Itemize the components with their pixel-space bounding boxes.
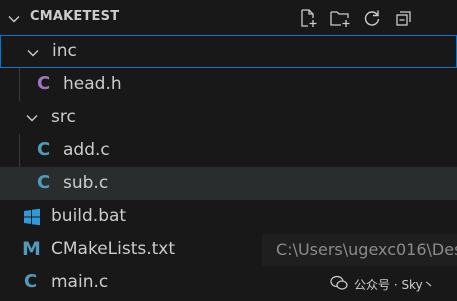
path-tooltip: C:\Users\ugexc016\Des [262, 234, 457, 266]
file-label-head-h: head.h [63, 74, 122, 94]
watermark: 公众号 · Sky丶 [330, 274, 435, 294]
tree-file-sub-c[interactable]: C sub.c [0, 167, 457, 200]
folder-label-src: src [51, 107, 76, 127]
wechat-icon [330, 275, 348, 294]
chevron-down-icon[interactable] [7, 11, 21, 25]
file-label-add-c: add.c [63, 140, 110, 160]
new-file-icon[interactable] [296, 7, 320, 29]
chevron-down-icon [26, 45, 40, 59]
explorer-header[interactable]: CMAKETEST [0, 0, 457, 34]
c-file-icon: C [24, 271, 38, 292]
cmake-file-icon: M [22, 238, 41, 260]
watermark-text: 公众号 · Sky丶 [354, 277, 435, 292]
file-label-main-c: main.c [51, 272, 109, 292]
c-header-file-icon: C [37, 73, 51, 94]
tree-file-head-h[interactable]: C head.h [0, 68, 457, 101]
tree-folder-inc[interactable]: inc [0, 35, 457, 68]
explorer-panel: CMAKETEST inc C head.h src C add.c C sub… [0, 0, 457, 301]
file-label-build-bat: build.bat [51, 206, 127, 226]
file-label-sub-c: sub.c [63, 173, 109, 193]
tree-file-add-c[interactable]: C add.c [0, 134, 457, 167]
refresh-icon[interactable] [360, 7, 384, 29]
windows-icon [23, 208, 41, 231]
explorer-actions [296, 7, 416, 29]
c-file-icon: C [37, 139, 51, 160]
tree-file-build-bat[interactable]: build.bat [0, 200, 457, 233]
chevron-down-icon [25, 110, 39, 124]
file-label-cmakelists: CMakeLists.txt [51, 239, 176, 259]
new-folder-icon[interactable] [328, 7, 352, 29]
c-file-icon: C [37, 172, 51, 193]
tree-folder-src[interactable]: src [0, 101, 457, 134]
folder-label-inc: inc [52, 41, 77, 61]
explorer-title: CMAKETEST [30, 9, 120, 24]
collapse-all-icon[interactable] [392, 7, 416, 29]
